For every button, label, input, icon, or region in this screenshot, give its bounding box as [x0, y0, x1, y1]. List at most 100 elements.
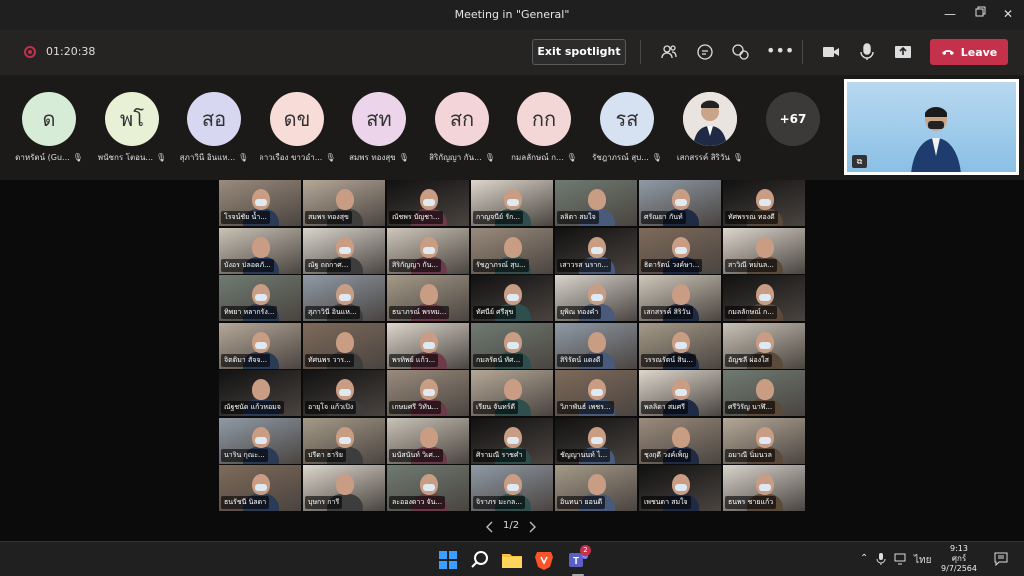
file-explorer-icon[interactable] — [500, 548, 524, 572]
avatar: สอ — [187, 92, 241, 146]
more-options-icon[interactable]: ••• — [766, 42, 794, 62]
participant-avatar[interactable]: ดข ดาวเรือง ขาวอำ... 🎙︎ — [260, 92, 334, 164]
video-tile[interactable]: เสาวรส นราก... — [555, 227, 637, 274]
participant-avatar[interactable]: สท สมพร ทองสุข 🎙︎ — [342, 92, 416, 164]
video-tile[interactable]: ธนพร ชายแก้ว — [723, 465, 805, 511]
maximize-button[interactable] — [972, 6, 988, 22]
video-tile[interactable]: ธนาภรณ์ พรหม... — [387, 275, 469, 321]
video-tile[interactable]: ณัฐ ถถกาศ... — [303, 227, 385, 274]
video-tile[interactable]: ศรีวิรัญ นาฬิ... — [723, 370, 805, 416]
video-tile[interactable]: จิตติมา สัจจ... — [219, 322, 301, 369]
video-tile[interactable]: ทิพยา หลากรัง... — [219, 275, 301, 321]
video-tile[interactable]: กมลลักษณ์ ก... — [723, 275, 805, 321]
brave-browser-icon[interactable] — [532, 548, 556, 572]
video-tile[interactable]: สุภาวินี อินแห... — [303, 275, 385, 321]
video-tile[interactable]: ศรัณยา กันท์ — [639, 180, 721, 226]
participant-avatar[interactable]: กก กมลลักษณ์ ก... 🎙︎ — [507, 92, 581, 164]
video-tile[interactable]: เสกสรรค์ สิริวัน — [639, 275, 721, 321]
participant-avatar[interactable]: ด ดาหรัตน์ (Gu... 🎙︎ — [12, 92, 86, 164]
video-tile[interactable]: กาญจนีย์ รัก... — [471, 180, 553, 226]
face-mask — [423, 389, 435, 396]
video-tile[interactable]: บังอร ปลอดภั... — [219, 227, 301, 274]
camera-icon[interactable] — [821, 42, 841, 62]
participant-avatar[interactable]: สก สิริกัญญา กัน... 🎙︎ — [425, 92, 499, 164]
video-options-icon[interactable]: ⧉ — [852, 155, 867, 168]
video-tile[interactable]: บุษกร การี — [303, 465, 385, 511]
participants-icon[interactable] — [659, 42, 679, 62]
video-tile[interactable]: วิภาพันธ์ เพชร... — [555, 370, 637, 416]
participants-strip: ด ดาหรัตน์ (Gu... 🎙︎ พโ พนัชกร โตอน... 🎙︎ … — [0, 75, 1024, 180]
minimize-button[interactable]: — — [942, 6, 958, 22]
face-mask — [591, 294, 603, 301]
video-tile[interactable]: สาวิณี หม่นล... — [723, 227, 805, 274]
chat-icon[interactable] — [695, 42, 715, 62]
video-tile-name: ธนพร ชายแก้ว — [725, 496, 777, 509]
video-tile[interactable]: โรจน์ชัย น้ำ... — [219, 180, 301, 226]
toolbar-divider — [640, 40, 641, 64]
share-screen-icon[interactable] — [893, 42, 913, 62]
video-tile[interactable]: สิริรัตน์ แดงดี — [555, 322, 637, 369]
next-page-icon[interactable] — [528, 521, 536, 533]
avatar: รส — [600, 92, 654, 146]
video-tile[interactable]: ละอองดาว จัน... — [387, 465, 469, 511]
video-tile[interactable]: ศิรามณี ราชคำ — [471, 417, 553, 464]
reactions-icon[interactable] — [730, 42, 750, 62]
start-icon[interactable] — [436, 548, 460, 572]
video-tile[interactable]: อายุโจ แก้วเปิง — [303, 370, 385, 416]
video-tile[interactable]: อินทนา ยอนดี — [555, 465, 637, 511]
video-tile[interactable]: ธนรัชนี นิลดา — [219, 465, 301, 511]
video-tile[interactable]: ทัศพรรณ ทองดี — [723, 180, 805, 226]
video-tile[interactable]: สมพร ทองสุข — [303, 180, 385, 226]
video-tile[interactable]: ทัศนพร วาร... — [303, 322, 385, 369]
leave-button[interactable]: Leave — [930, 39, 1008, 65]
notifications-icon[interactable] — [994, 552, 1008, 566]
video-tile-name: ปรีดา ธาริย — [305, 448, 346, 462]
close-window-button[interactable]: ✕ — [1000, 6, 1016, 22]
video-tile[interactable]: นาริน กุณะ... — [219, 417, 301, 464]
video-tile[interactable]: ปรีดา ธาริย — [303, 417, 385, 464]
teams-taskbar-button[interactable]: T 2 — [566, 545, 591, 576]
tray-overflow-icon[interactable]: ⌃ — [860, 553, 868, 564]
video-tile[interactable]: พลลิดา สมศรี — [639, 370, 721, 416]
network-icon[interactable] — [894, 553, 908, 565]
video-tile[interactable]: ชุงฤดี วงค์เพ็ญ — [639, 417, 721, 464]
language-indicator[interactable]: ไทย — [914, 553, 931, 568]
video-tile[interactable]: เกษมศรี วิทัน... — [387, 370, 469, 416]
participant-avatar[interactable]: สอ สุภาวินี อินแห... 🎙︎ — [177, 92, 251, 164]
video-tile[interactable]: เรียน จันทร์ดี — [471, 370, 553, 416]
self-video-preview[interactable]: ⧉ — [844, 79, 1019, 175]
video-tile-name: ศรีวิรัญ นาฬิ... — [725, 401, 776, 414]
participant-name: พนัชกร โตอน... — [97, 153, 154, 162]
video-tile[interactable]: ณัฐชนัด แก้วหอมจ — [219, 370, 301, 416]
video-tile[interactable]: ณัชพร บัญชา... — [387, 180, 469, 226]
taskbar-clock[interactable]: 9:13 ศุกร์ 9/7/2564 — [934, 544, 984, 574]
video-tile[interactable]: พรทิพย์ แก้ว... — [387, 322, 469, 369]
video-tile[interactable]: รัชฎาภรณ์ สุบ... — [471, 227, 553, 274]
video-tile-name: สาวิณี หม่นล... — [725, 258, 777, 272]
video-tile[interactable]: ชัญญานนท์ ไ... — [555, 417, 637, 464]
video-tile[interactable]: ทัศนีย์ ศรีสุข — [471, 275, 553, 321]
video-tile[interactable]: อมาณี นิ่มนวล — [723, 417, 805, 464]
participant-avatar[interactable]: เสกสรรค์ สิริวัน 🎙︎ — [673, 92, 747, 164]
video-tile[interactable]: วรรณรัตน์ สิน... — [639, 322, 721, 369]
search-icon[interactable] — [468, 548, 492, 572]
previous-page-icon[interactable] — [486, 521, 494, 533]
video-tile[interactable]: จิราภร มะกล... — [471, 465, 553, 511]
video-tile[interactable]: เพชนดา สมใจ — [639, 465, 721, 511]
windows-taskbar: T 2 ⌃ ไทย 9:13 ศุกร์ 9/7/2564 — [0, 541, 1024, 576]
participant-avatar[interactable]: รส รัชฎาภรณ์ สุบ... 🎙︎ — [590, 92, 664, 164]
video-tile[interactable]: ยุพิณ ทองคำ — [555, 275, 637, 321]
video-tile[interactable]: กมลรัตน์ ทัศ... — [471, 322, 553, 369]
tray-mic-icon[interactable] — [876, 553, 886, 565]
video-tile[interactable]: มนัสนันท์ วิเศ... — [387, 417, 469, 464]
exit-spotlight-button[interactable]: Exit spotlight — [532, 39, 626, 65]
more-participants-button[interactable]: +67 — [766, 92, 820, 146]
microphone-icon[interactable] — [857, 42, 877, 62]
video-grid: โรจน์ชัย น้ำ... สมพร ทองสุข ณัชพร บัญชา...… — [219, 180, 808, 513]
participant-avatar[interactable]: พโ พนัชกร โตอน... 🎙︎ — [95, 92, 169, 164]
face-mask — [255, 436, 267, 444]
video-tile[interactable]: ลลิตา สมใจ — [555, 180, 637, 226]
video-tile[interactable]: อัญชลี ผ่องใส — [723, 322, 805, 369]
video-tile[interactable]: ธิดารัตน์ วงค์ษา... — [639, 227, 721, 274]
video-tile[interactable]: สิริกัญญา กัน... — [387, 227, 469, 274]
